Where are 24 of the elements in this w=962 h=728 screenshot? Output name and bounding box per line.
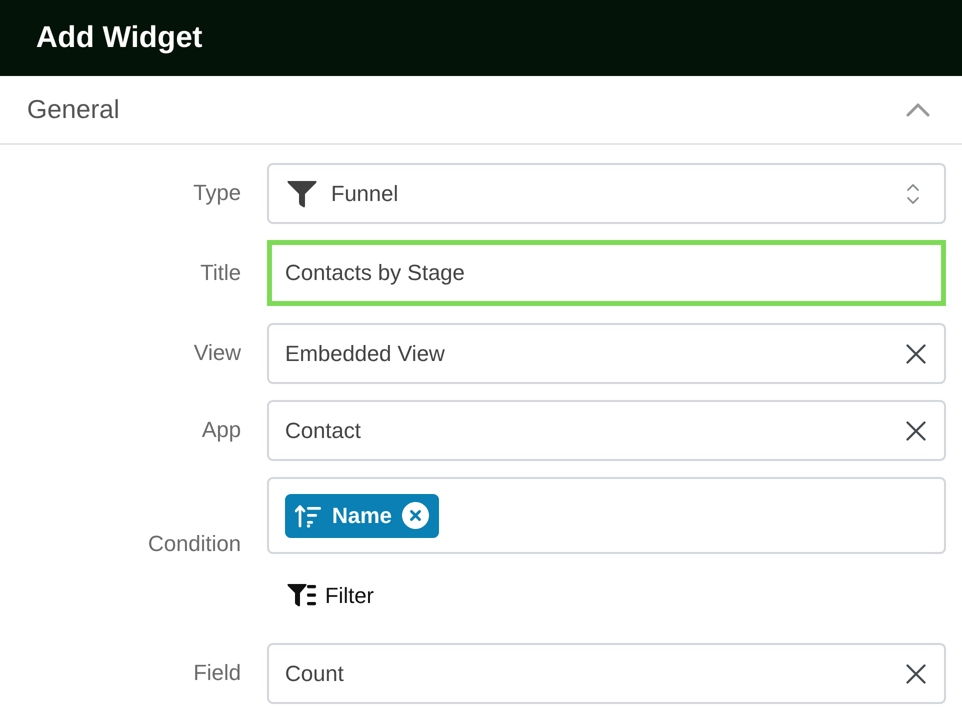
- up-down-caret-icon: [906, 182, 920, 206]
- clearable-input[interactable]: Embedded View: [267, 323, 946, 384]
- clear-icon[interactable]: [906, 664, 926, 684]
- sort-tag[interactable]: Name: [285, 494, 439, 538]
- field-label: Field: [192, 660, 241, 687]
- field-label: Condition: [147, 531, 241, 558]
- field-label: Type: [192, 180, 241, 207]
- field-label: App: [200, 417, 241, 444]
- filter-button[interactable]: Filter: [287, 578, 374, 612]
- field-label: View: [192, 340, 241, 367]
- chevron-up-icon[interactable]: [906, 102, 930, 116]
- clear-icon[interactable]: [906, 420, 926, 440]
- remove-icon[interactable]: [402, 502, 429, 529]
- funnel-icon: [287, 180, 317, 208]
- sort-icon: [295, 504, 322, 528]
- condition-field[interactable]: Name: [267, 477, 946, 554]
- text-input[interactable]: Contacts by Stage: [267, 240, 946, 306]
- type-select[interactable]: Funnel: [267, 163, 946, 224]
- clear-icon[interactable]: [906, 344, 926, 364]
- clearable-input[interactable]: Count: [267, 643, 946, 704]
- field-label: Title: [199, 260, 241, 286]
- dialog-title: Add Widget: [36, 20, 202, 56]
- filter-icon: [287, 583, 316, 607]
- clearable-input[interactable]: Contact: [267, 400, 946, 461]
